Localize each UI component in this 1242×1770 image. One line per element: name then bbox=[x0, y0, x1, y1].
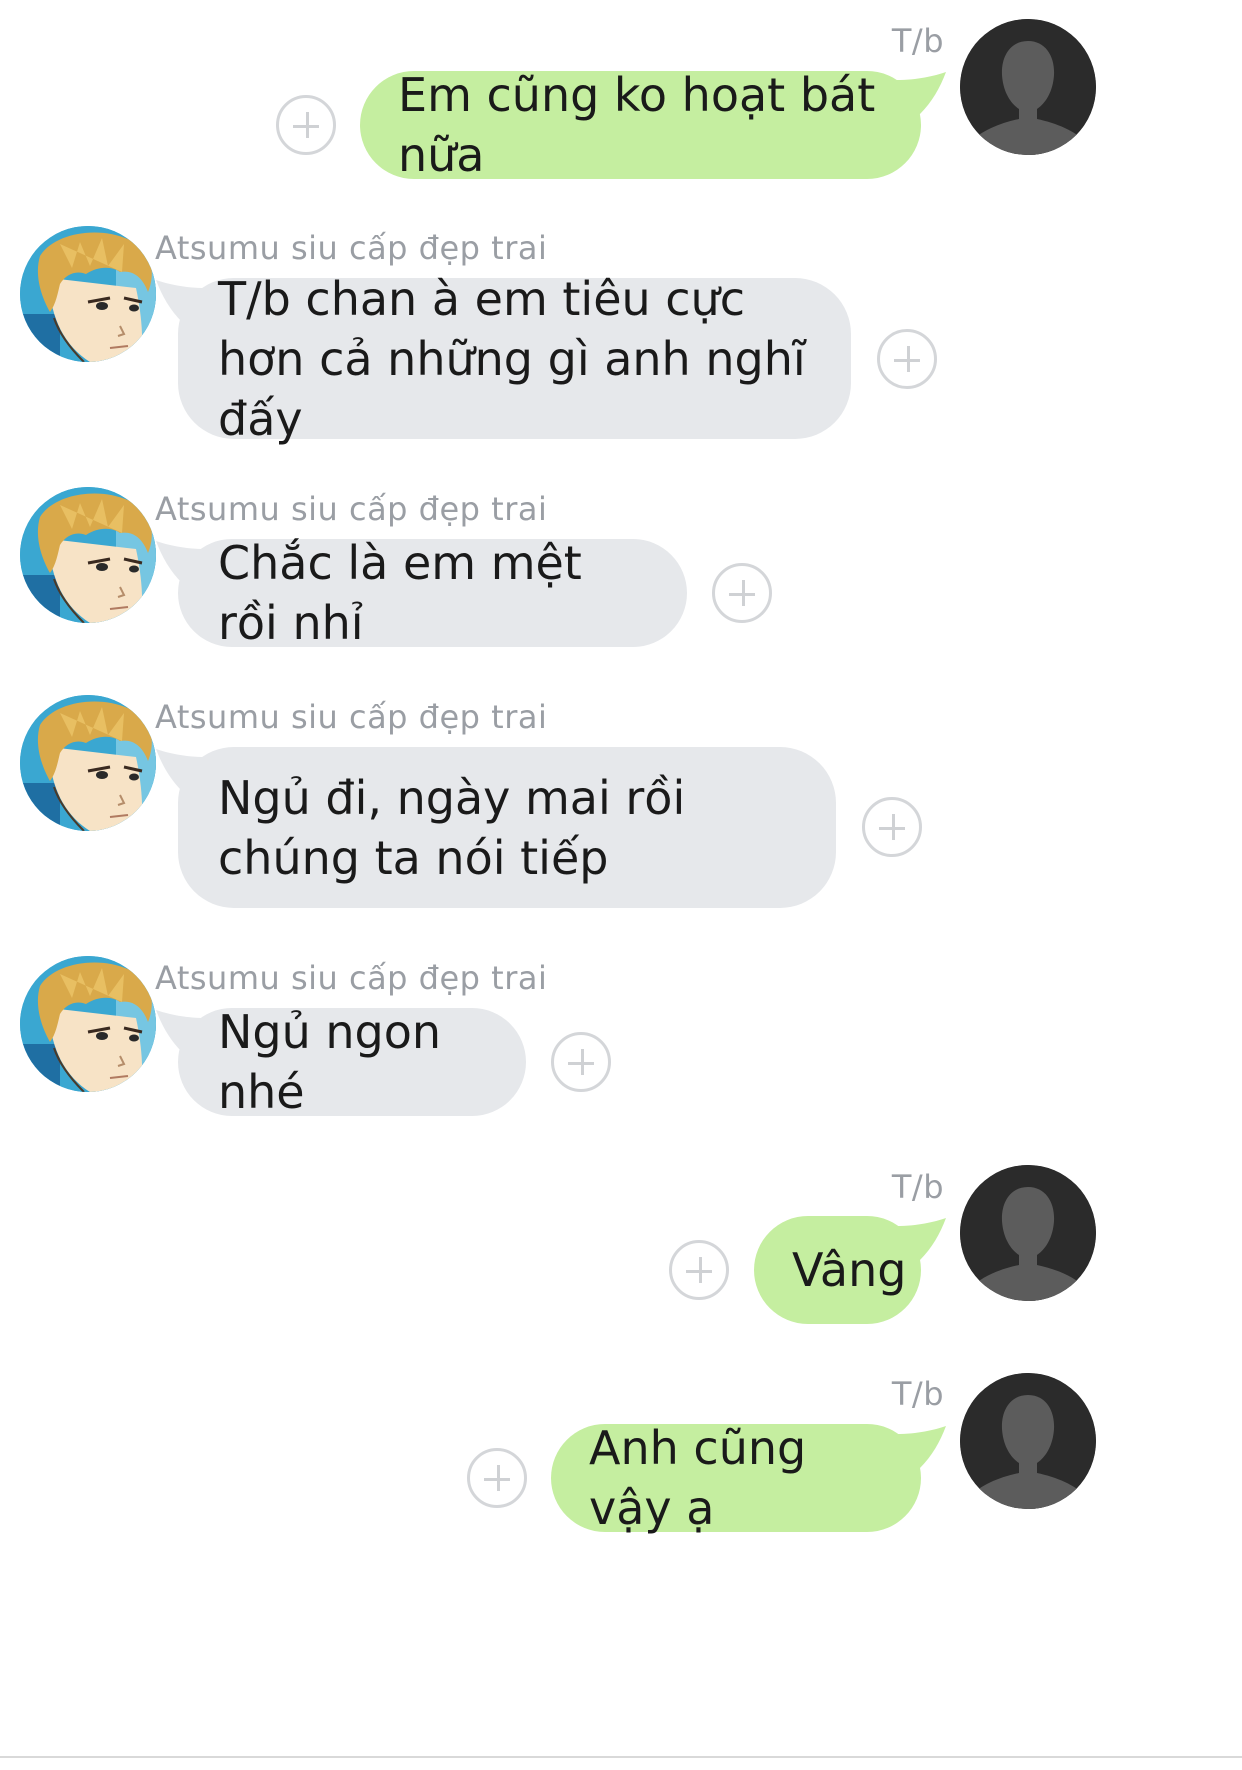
sender-name: T/b bbox=[891, 1168, 944, 1206]
message-text: T/b chan à em tiêu cực hơn cả những gì a… bbox=[218, 271, 806, 446]
add-reaction-icon[interactable] bbox=[669, 1240, 729, 1300]
message-text: Chắc là em mệt rồi nhỉ bbox=[218, 536, 582, 650]
divider bbox=[0, 1756, 1242, 1758]
avatar[interactable] bbox=[20, 226, 156, 362]
avatar[interactable] bbox=[960, 19, 1096, 155]
anime-avatar-icon bbox=[20, 695, 156, 831]
avatar[interactable] bbox=[960, 1373, 1096, 1509]
avatar[interactable] bbox=[20, 695, 156, 831]
message-text: Em cũng ko hoạt bát nữa bbox=[398, 68, 876, 182]
person-silhouette-icon bbox=[960, 1165, 1096, 1301]
message-bubble[interactable]: Chắc là em mệt rồi nhỉ bbox=[178, 536, 687, 650]
anime-avatar-icon bbox=[20, 226, 156, 362]
sender-name: T/b bbox=[891, 22, 944, 60]
add-reaction-icon[interactable] bbox=[467, 1448, 527, 1508]
person-silhouette-icon bbox=[960, 19, 1096, 155]
message-bubble[interactable]: T/b chan à em tiêu cực hơn cả những gì a… bbox=[178, 272, 851, 446]
chat-thread[interactable]: T/b Em cũng ko hoạt bát nữa Atsumu siu c… bbox=[0, 0, 1242, 1770]
message-text: Anh cũng vậy ạ bbox=[589, 1421, 807, 1535]
sender-name: Atsumu siu cấp đẹp trai bbox=[155, 229, 548, 267]
add-reaction-icon[interactable] bbox=[551, 1032, 611, 1092]
message-bubble[interactable]: Em cũng ko hoạt bát nữa bbox=[360, 68, 921, 182]
message-bubble[interactable]: Anh cũng vậy ạ bbox=[551, 1421, 921, 1535]
add-reaction-icon[interactable] bbox=[862, 797, 922, 857]
anime-avatar-icon bbox=[20, 956, 156, 1092]
avatar[interactable] bbox=[960, 1165, 1096, 1301]
sender-name: Atsumu siu cấp đẹp trai bbox=[155, 698, 548, 736]
add-reaction-icon[interactable] bbox=[276, 95, 336, 155]
person-silhouette-icon bbox=[960, 1373, 1096, 1509]
message-bubble[interactable]: Ngủ đi, ngày mai rồi chúng ta nói tiếp bbox=[178, 747, 836, 908]
sender-name: T/b bbox=[891, 1375, 944, 1413]
add-reaction-icon[interactable] bbox=[877, 329, 937, 389]
message-bubble[interactable]: Vâng bbox=[754, 1216, 921, 1324]
message-text: Ngủ ngon nhé bbox=[218, 1005, 442, 1119]
sender-name: Atsumu siu cấp đẹp trai bbox=[155, 490, 548, 528]
message-text: Vâng bbox=[792, 1243, 907, 1297]
message-bubble[interactable]: Ngủ ngon nhé bbox=[178, 1005, 526, 1119]
add-reaction-icon[interactable] bbox=[712, 563, 772, 623]
avatar[interactable] bbox=[20, 956, 156, 1092]
avatar[interactable] bbox=[20, 487, 156, 623]
message-text: Ngủ đi, ngày mai rồi chúng ta nói tiếp bbox=[218, 770, 686, 885]
sender-name: Atsumu siu cấp đẹp trai bbox=[155, 959, 548, 997]
anime-avatar-icon bbox=[20, 487, 156, 623]
